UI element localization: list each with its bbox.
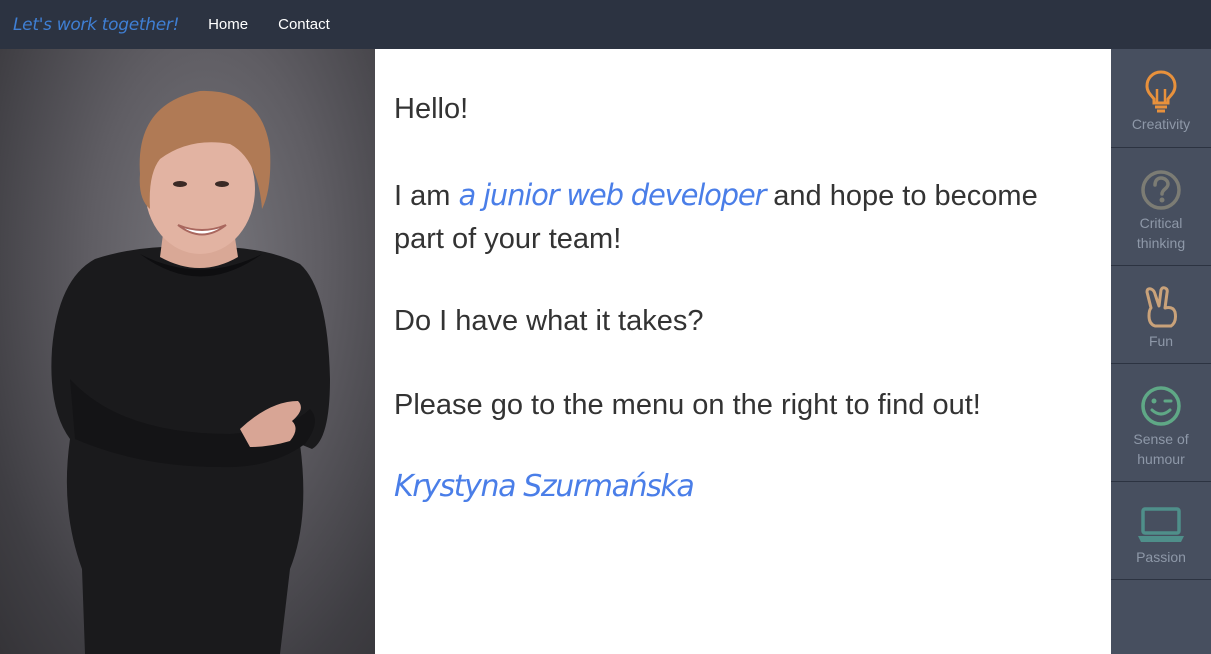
question-text: Do I have what it takes? <box>394 305 704 337</box>
signature: Krystyna Szurmańska <box>394 469 695 504</box>
sidebar-item-passion[interactable]: Passion <box>1111 482 1211 580</box>
intro-prefix: I am <box>394 180 459 212</box>
greeting-text: Hello! <box>394 93 469 125</box>
intro-panel: Hello! I am a junior web developer and h… <box>375 49 1111 654</box>
sidebar-item-label: Passion <box>1136 549 1186 565</box>
intro-paragraph: I am a junior web developer and hope to … <box>394 174 1084 261</box>
skills-sidebar: Creativity Critical thinking Fun Sense o… <box>1111 49 1211 654</box>
top-navbar: Let's work together! Home Contact <box>0 0 1211 49</box>
peace-hand-icon <box>1141 285 1181 331</box>
menu-hint-text: Please go to the menu on the right to fi… <box>394 389 981 421</box>
sidebar-item-label: Fun <box>1148 333 1174 349</box>
nav-contact-link[interactable]: Contact <box>278 16 330 33</box>
question-circle-icon <box>1139 167 1183 213</box>
role-highlight: a junior web developer <box>458 178 766 212</box>
brand-link[interactable]: Let's work together! <box>13 15 179 35</box>
lightbulb-icon <box>1144 68 1178 114</box>
sidebar-item-label: Sense of humour <box>1133 431 1189 467</box>
sidebar-item-critical-thinking[interactable]: Critical thinking <box>1111 148 1211 266</box>
laptop-icon <box>1136 501 1186 547</box>
portrait-illustration <box>51 90 330 654</box>
nav-home-link[interactable]: Home <box>208 16 248 33</box>
sidebar-item-label: Critical thinking <box>1136 215 1186 251</box>
sidebar-item-label: Creativity <box>1131 116 1191 132</box>
profile-photo <box>0 49 375 654</box>
sidebar-item-fun[interactable]: Fun <box>1111 266 1211 364</box>
sidebar-item-sense-of-humour[interactable]: Sense of humour <box>1111 364 1211 482</box>
wink-smile-icon <box>1139 383 1183 429</box>
sidebar-item-creativity[interactable]: Creativity <box>1111 49 1211 148</box>
